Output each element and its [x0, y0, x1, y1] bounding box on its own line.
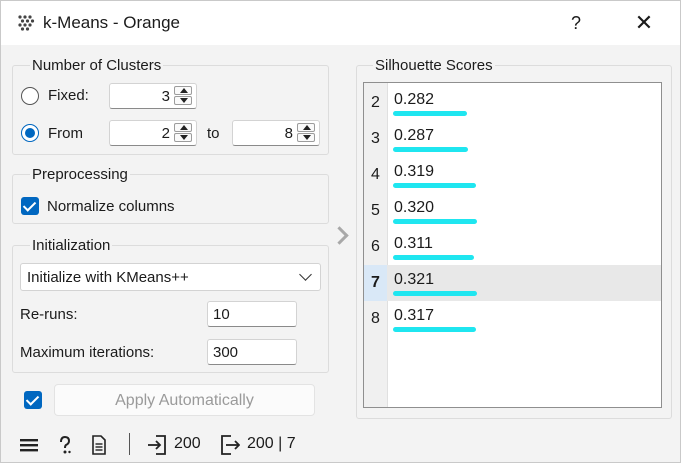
window-title: k-Means - Orange	[43, 13, 180, 32]
cluster-count: 8	[371, 310, 380, 327]
max-iterations-label: Maximum iterations:	[20, 344, 155, 361]
input-data-icon	[148, 435, 166, 455]
silhouette-score: 0.311	[394, 235, 433, 252]
kmeans-window: k-Means - Orange ? ✕ Number of Clusters …	[0, 0, 681, 463]
initialization-method-value: Initialize with KMeans++	[27, 269, 189, 286]
silhouette-row[interactable]: 2 0.282	[364, 85, 661, 121]
to-clusters-spinbox[interactable]: 8	[232, 120, 320, 146]
from-label: From	[48, 125, 83, 142]
silhouette-row[interactable]: 5 0.320	[364, 193, 661, 229]
silhouette-bar	[393, 219, 477, 224]
orange-app-icon	[18, 15, 35, 31]
cluster-count: 6	[371, 238, 380, 255]
spin-down-icon[interactable]	[297, 133, 315, 142]
max-iterations-input[interactable]: 300	[207, 339, 297, 365]
apply-automatically-button[interactable]: Apply Automatically	[54, 384, 315, 416]
normalize-columns-label[interactable]: Normalize columns	[47, 198, 175, 215]
silhouette-row[interactable]: 6 0.311	[364, 229, 661, 265]
cluster-count: 2	[371, 94, 380, 111]
cluster-count: 5	[371, 202, 380, 219]
silhouette-bar	[393, 291, 477, 296]
silhouette-score: 0.319	[394, 163, 435, 180]
from-clusters-spinbox[interactable]: 2	[109, 120, 197, 146]
title-bar: k-Means - Orange ? ✕	[1, 1, 680, 45]
reruns-value: 10	[213, 306, 230, 323]
menu-icon[interactable]	[19, 435, 39, 455]
fixed-clusters-spinbox[interactable]: 3	[109, 83, 197, 109]
silhouette-score: 0.287	[394, 127, 435, 144]
number-of-clusters-title: Number of Clusters	[30, 57, 164, 74]
output-count: 200 | 7	[247, 435, 296, 452]
chevron-right-icon[interactable]	[330, 226, 349, 245]
initialization-title: Initialization	[30, 237, 113, 254]
reruns-input[interactable]: 10	[207, 301, 297, 327]
to-spin-arrows[interactable]	[297, 123, 317, 143]
spin-down-icon[interactable]	[174, 133, 192, 142]
silhouette-bar	[393, 183, 476, 188]
spin-up-icon[interactable]	[297, 123, 315, 132]
spin-up-icon[interactable]	[174, 86, 192, 95]
from-spin-arrows[interactable]	[174, 123, 194, 143]
output-data-icon	[221, 435, 240, 455]
cluster-count: 3	[371, 130, 380, 147]
help-icon[interactable]	[55, 435, 75, 455]
status-separator	[129, 433, 130, 455]
silhouette-row[interactable]: 8 0.317	[364, 301, 661, 337]
reruns-label: Re-runs:	[20, 306, 78, 323]
silhouette-row[interactable]: 7 0.321	[364, 265, 661, 301]
silhouette-row[interactable]: 4 0.319	[364, 157, 661, 193]
silhouette-score: 0.317	[394, 307, 435, 324]
apply-automatically-checkbox[interactable]	[24, 391, 42, 409]
fixed-label: Fixed:	[48, 87, 89, 104]
silhouette-bar	[393, 147, 468, 152]
input-count: 200	[174, 435, 201, 452]
silhouette-score: 0.321	[394, 271, 435, 288]
cluster-count: 7	[364, 265, 387, 301]
fixed-clusters-value: 3	[161, 88, 170, 105]
status-bar: 200 200 | 7	[1, 425, 680, 463]
silhouette-bar	[393, 255, 474, 260]
from-clusters-value: 2	[161, 125, 170, 142]
preprocessing-title: Preprocessing	[30, 166, 130, 183]
max-iterations-value: 300	[213, 344, 239, 361]
cluster-count: 4	[371, 166, 380, 183]
report-icon[interactable]	[89, 435, 109, 455]
normalize-columns-checkbox[interactable]	[21, 197, 39, 215]
silhouette-scores-title: Silhouette Scores	[373, 57, 495, 74]
silhouette-scores-list[interactable]: 2 0.282 3 0.287 4 0.319 5 0.320 6 0.311 7 0.321 8 0.3…	[363, 82, 662, 408]
silhouette-bar	[393, 327, 476, 332]
silhouette-score: 0.320	[394, 199, 435, 216]
silhouette-row[interactable]: 3 0.287	[364, 121, 661, 157]
silhouette-bar	[393, 111, 467, 116]
chevron-down-icon	[299, 268, 312, 281]
help-button[interactable]: ?	[561, 9, 591, 37]
silhouette-score: 0.282	[394, 91, 435, 108]
fixed-radio[interactable]	[21, 87, 39, 105]
to-clusters-value: 8	[284, 125, 293, 142]
to-label: to	[207, 125, 220, 142]
close-button[interactable]: ✕	[629, 9, 659, 37]
initialization-method-select[interactable]: Initialize with KMeans++	[20, 263, 321, 291]
from-radio[interactable]	[21, 124, 39, 142]
spin-up-icon[interactable]	[174, 123, 192, 132]
fixed-spin-arrows[interactable]	[174, 86, 194, 106]
spin-down-icon[interactable]	[174, 96, 192, 105]
